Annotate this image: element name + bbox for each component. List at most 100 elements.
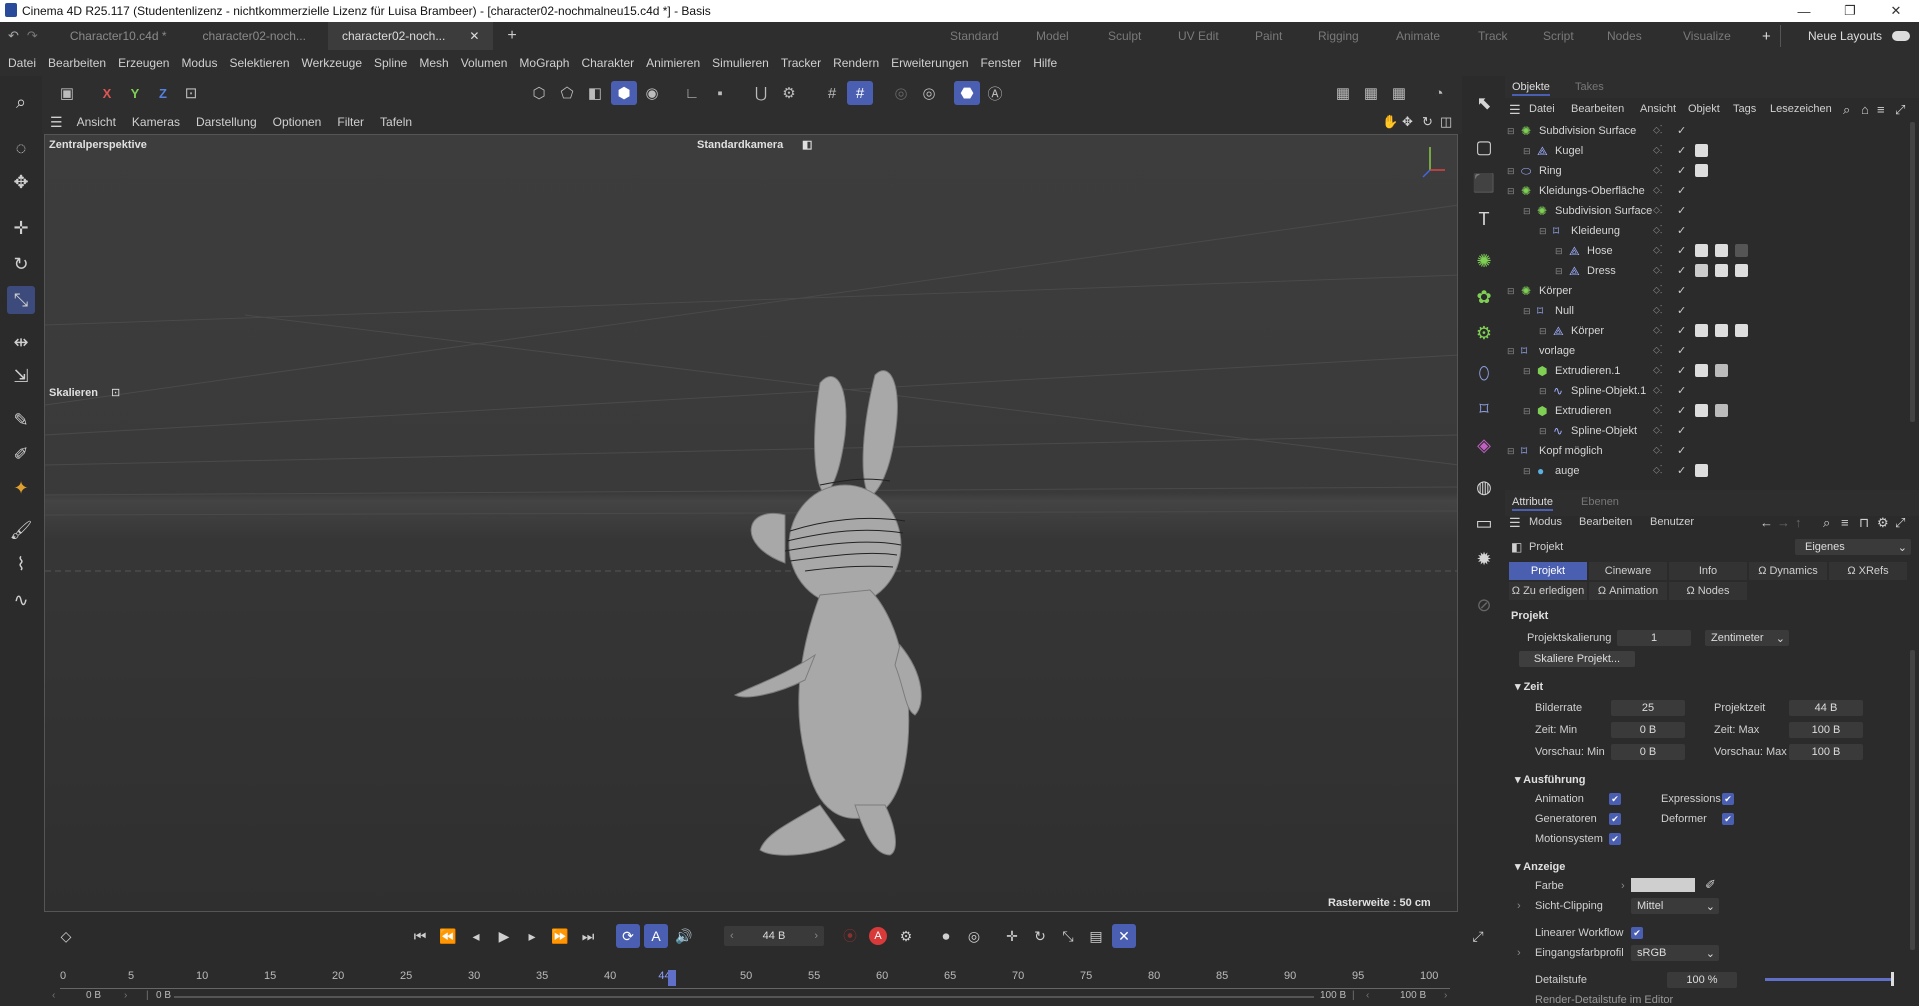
- viewport-menu-item[interactable]: Darstellung: [196, 115, 257, 129]
- objects-menu-item[interactable]: Bearbeiten: [1571, 103, 1624, 115]
- rotation-key-icon[interactable]: ↻: [1028, 924, 1052, 948]
- unit-dropdown[interactable]: Zentimeter ⌄: [1705, 630, 1789, 646]
- pla-key-icon[interactable]: ✕: [1112, 924, 1136, 948]
- motionsystem-checkbox[interactable]: ✔: [1609, 833, 1621, 845]
- maximize-icon[interactable]: ❐: [1827, 0, 1873, 22]
- next-frame-icon[interactable]: ▸: [520, 924, 544, 948]
- object-name[interactable]: Kleidungs-Oberfläche: [1539, 185, 1645, 197]
- workplane-icon[interactable]: ∟: [679, 81, 705, 105]
- object-list-scrollbar[interactable]: [1910, 122, 1915, 422]
- next-key-icon[interactable]: ⏩: [548, 924, 572, 948]
- enable-check-icon[interactable]: ✓: [1677, 204, 1686, 217]
- object-name[interactable]: Körper: [1539, 285, 1572, 297]
- key-settings-icon[interactable]: ⚙: [894, 924, 918, 948]
- live-selection-icon[interactable]: ◌: [7, 134, 35, 162]
- visibility-toggle-icon[interactable]: ⬦⁚: [1653, 305, 1662, 316]
- object-tag-icon[interactable]: [1715, 404, 1728, 417]
- current-frame-field[interactable]: ‹ 44 B ›: [724, 926, 824, 946]
- expand-icon[interactable]: ⤢: [1895, 102, 1905, 118]
- move-icon[interactable]: ✛: [7, 214, 35, 242]
- visibility-toggle-icon[interactable]: ⬦⁚: [1653, 225, 1662, 236]
- prev-frame-icon[interactable]: ◂: [464, 924, 488, 948]
- object-row[interactable]: ⊟ ⟁ Dress ⬦⁚ ✓: [1505, 262, 1909, 282]
- spline-tools-icon[interactable]: ✐: [7, 440, 35, 468]
- object-row[interactable]: ⊟ ✺ Körper ⬦⁚ ✓: [1505, 282, 1909, 302]
- keyframe-icon[interactable]: ◇: [54, 924, 78, 948]
- object-tag-icon[interactable]: [1695, 364, 1708, 377]
- zeitmax-field[interactable]: 100 B: [1789, 722, 1863, 738]
- object-tag-icon[interactable]: [1695, 404, 1708, 417]
- close-icon[interactable]: ✕: [1873, 0, 1919, 22]
- vormax-field[interactable]: 100 B: [1789, 744, 1863, 760]
- render-view-icon[interactable]: ▦: [1330, 81, 1356, 105]
- object-row[interactable]: ⊟ ✺ Subdivision Surface ⬦⁚ ✓: [1505, 202, 1909, 222]
- add-layout-icon[interactable]: +: [1762, 28, 1771, 45]
- param-key-icon[interactable]: ▤: [1084, 924, 1108, 948]
- text-icon[interactable]: T: [1469, 204, 1499, 234]
- objects-menu-item[interactable]: Tags: [1733, 103, 1756, 115]
- sichtclipping-dropdown[interactable]: Mittel ⌄: [1631, 898, 1719, 914]
- attr-menu-item[interactable]: Benutzer: [1650, 516, 1694, 528]
- magnet-icon[interactable]: ∿: [7, 586, 35, 614]
- doc-tab[interactable]: Character10.c4d *: [56, 22, 181, 50]
- camera-lock-icon[interactable]: ◧: [802, 138, 812, 151]
- expand-toggle-icon[interactable]: ⊟: [1523, 406, 1531, 417]
- visibility-toggle-icon[interactable]: ⬦⁚: [1653, 405, 1662, 416]
- enable-check-icon[interactable]: ✓: [1677, 164, 1686, 177]
- tab-attribute[interactable]: Attribute: [1512, 496, 1553, 511]
- expand-toggle-icon[interactable]: ⊟: [1539, 326, 1547, 337]
- pan-icon[interactable]: ✋: [1382, 114, 1398, 130]
- orbit-icon[interactable]: ↻: [1422, 114, 1433, 130]
- objects-menu-item[interactable]: Ansicht: [1640, 103, 1676, 115]
- object-tag-icon[interactable]: [1715, 244, 1728, 257]
- object-tag-icon[interactable]: [1695, 244, 1708, 257]
- autokey-record-icon[interactable]: A: [866, 924, 890, 948]
- lock-icon[interactable]: ◎: [916, 81, 942, 105]
- object-tag-icon[interactable]: [1735, 244, 1748, 257]
- perspective-label[interactable]: Zentralperspektive: [49, 139, 147, 151]
- forward-arrow-icon[interactable]: →: [1777, 515, 1790, 530]
- grid-icon[interactable]: #: [819, 81, 845, 105]
- object-row[interactable]: ⊟ ⬭ Ring ⬦⁚ ✓: [1505, 162, 1909, 182]
- enable-check-icon[interactable]: ✓: [1677, 364, 1686, 377]
- menu-item[interactable]: Volumen: [461, 56, 508, 70]
- subtab-dynamics[interactable]: Ω Dynamics: [1749, 562, 1827, 580]
- scale-icon[interactable]: ⤡: [7, 286, 35, 314]
- tab-ebenen[interactable]: Ebenen: [1581, 496, 1619, 508]
- symmetry-icon[interactable]: ◎: [888, 81, 914, 105]
- object-tag-icon[interactable]: [1715, 264, 1728, 277]
- volume-icon[interactable]: ◈: [1469, 430, 1499, 460]
- viewport-menu-item[interactable]: Ansicht: [77, 115, 116, 129]
- playback-mode-icon[interactable]: A: [644, 924, 668, 948]
- object-row[interactable]: ⊟ ⬢ Extrudieren.1 ⬦⁚ ✓: [1505, 362, 1909, 382]
- close-tab-icon[interactable]: ✕: [469, 29, 479, 43]
- subtab-cineware[interactable]: Cineware: [1589, 562, 1667, 580]
- visibility-toggle-icon[interactable]: ⬦⁚: [1653, 285, 1662, 296]
- visibility-toggle-icon[interactable]: ⬦⁚: [1653, 265, 1662, 276]
- hamburger-icon[interactable]: ☰: [1509, 515, 1521, 531]
- tool-settings-icon[interactable]: ⊡: [111, 386, 120, 399]
- transform-icon[interactable]: ⇹: [7, 328, 35, 356]
- expand-arrow-icon[interactable]: ›: [1517, 947, 1521, 959]
- enable-check-icon[interactable]: ✓: [1677, 144, 1686, 157]
- model-mode-icon[interactable]: ⬢: [611, 81, 637, 105]
- expand-toggle-icon[interactable]: ⊟: [1555, 266, 1563, 277]
- subtab-projekt[interactable]: Projekt: [1509, 562, 1587, 580]
- render-settings-icon[interactable]: ▦: [1386, 81, 1412, 105]
- expand-toggle-icon[interactable]: ⊟: [1523, 206, 1531, 217]
- home-icon[interactable]: ⌂: [1861, 102, 1869, 117]
- object-row[interactable]: ⊟ ⟁ Kugel ⬦⁚ ✓: [1505, 142, 1909, 162]
- layout-tab[interactable]: Nodes: [1607, 29, 1642, 43]
- subtab-zu-erledigen[interactable]: Ω Zu erledigen: [1509, 582, 1587, 600]
- object-row[interactable]: ⊟ ✺ Kleidungs-Oberfläche ⬦⁚ ✓: [1505, 182, 1909, 202]
- expand-toggle-icon[interactable]: ⊟: [1539, 386, 1547, 397]
- generatoren-checkbox[interactable]: ✔: [1609, 813, 1621, 825]
- enable-check-icon[interactable]: ✓: [1677, 444, 1686, 457]
- object-tag-icon[interactable]: [1715, 324, 1728, 337]
- y-axis-lock[interactable]: Y: [122, 81, 148, 105]
- object-mode-icon[interactable]: ▣: [54, 81, 80, 105]
- edges-mode-icon[interactable]: ⬠: [554, 81, 580, 105]
- hamburger-icon[interactable]: ☰: [1509, 102, 1521, 118]
- menu-item[interactable]: Simulieren: [712, 56, 769, 70]
- enable-check-icon[interactable]: ✓: [1677, 384, 1686, 397]
